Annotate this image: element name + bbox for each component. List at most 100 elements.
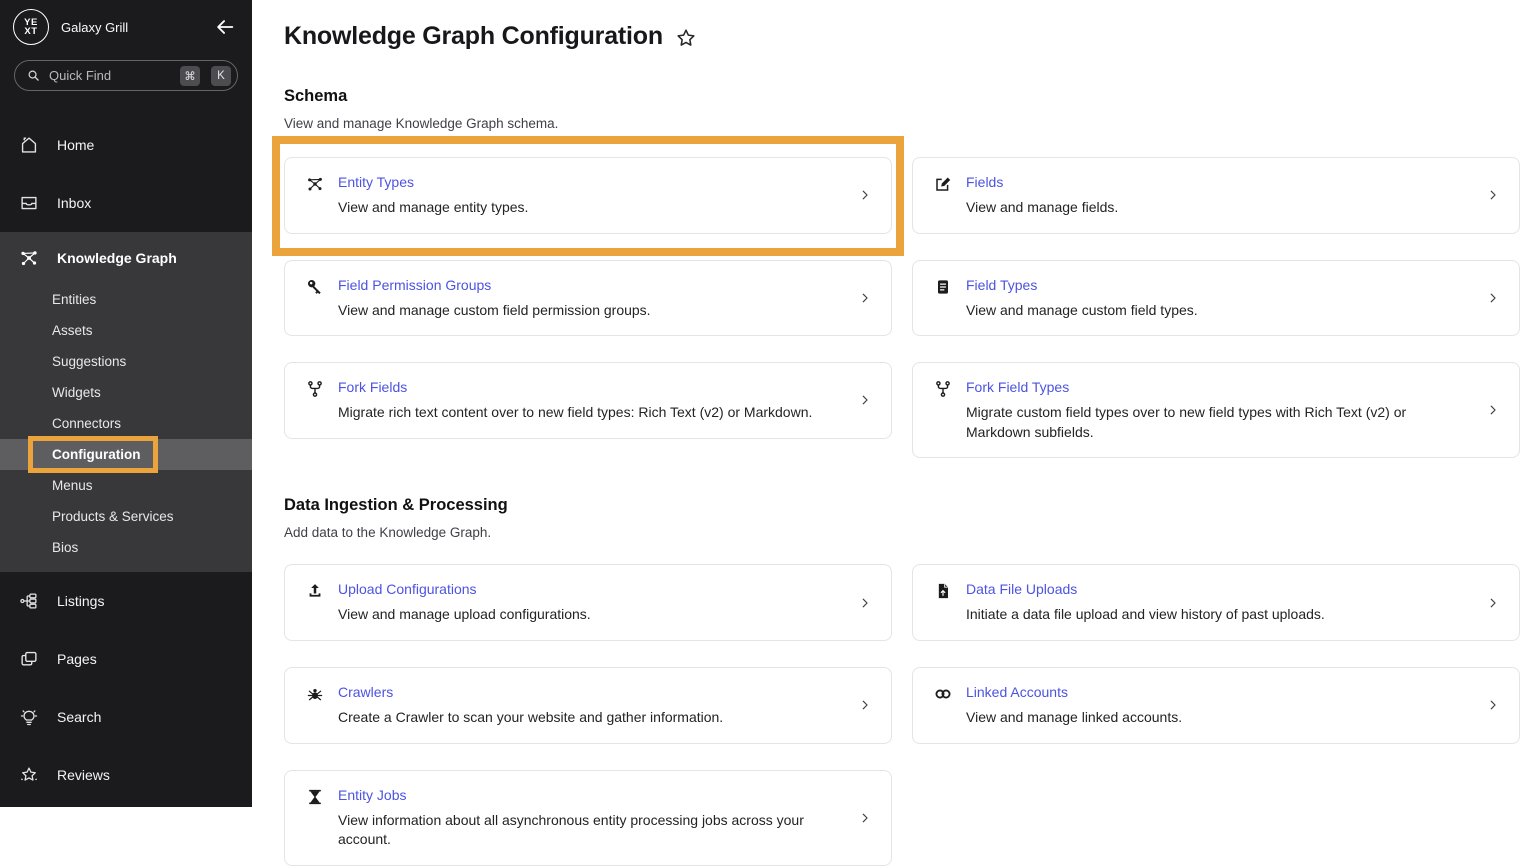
spider-icon	[305, 684, 325, 704]
sidebar-item-label: Knowledge Graph	[57, 250, 177, 266]
fork-icon	[305, 379, 325, 399]
card-linked-accounts[interactable]: Linked Accounts View and manage linked a…	[912, 667, 1520, 744]
sidebar-item-entities[interactable]: Entities	[0, 284, 252, 315]
card-description: View and manage custom field permission …	[338, 301, 651, 321]
sidebar-item-home[interactable]: Home	[0, 116, 252, 174]
hourglass-icon	[305, 787, 325, 807]
card-description: View and manage entity types.	[338, 198, 528, 218]
card-title-link[interactable]: Entity Jobs	[338, 787, 406, 803]
home-icon	[18, 134, 40, 156]
sidebar: YE XT Galaxy Grill Quick Find ⌘ K Home I…	[0, 0, 252, 807]
lightbulb-icon	[18, 706, 40, 728]
sidebar-item-suggestions[interactable]: Suggestions	[0, 346, 252, 377]
chevron-right-icon	[858, 811, 872, 825]
card-field-types[interactable]: Field Types View and manage custom field…	[912, 260, 1520, 337]
sub-item-label: Products & Services	[52, 509, 174, 524]
card-title-link[interactable]: Data File Uploads	[966, 581, 1077, 597]
main-content: Knowledge Graph Configuration Schema Vie…	[252, 0, 1539, 807]
chevron-right-icon	[858, 393, 872, 407]
schema-cards-grid: Entity Types View and manage entity type…	[284, 157, 1539, 458]
card-fork-field-types[interactable]: Fork Field Types Migrate custom field ty…	[912, 362, 1520, 458]
chevron-right-icon	[1486, 403, 1500, 417]
sidebar-item-pages[interactable]: Pages	[0, 630, 252, 688]
favorite-star-icon[interactable]	[675, 27, 697, 49]
chevron-right-icon	[1486, 596, 1500, 610]
graph-icon	[305, 174, 325, 194]
sub-item-label: Configuration	[52, 447, 140, 462]
card-title-link[interactable]: Field Types	[966, 277, 1037, 293]
card-field-permission-groups[interactable]: Field Permission Groups View and manage …	[284, 260, 892, 337]
file-upload-icon	[933, 581, 953, 601]
card-entity-jobs[interactable]: Entity Jobs View information about all a…	[284, 770, 892, 866]
sidebar-item-listings[interactable]: Listings	[0, 572, 252, 630]
sidebar-item-label: Home	[57, 137, 94, 153]
sidebar-item-widgets[interactable]: Widgets	[0, 377, 252, 408]
sidebar-item-configuration[interactable]: Configuration	[0, 439, 252, 470]
command-key-badge: ⌘	[180, 66, 200, 86]
sub-item-label: Widgets	[52, 385, 101, 400]
sidebar-item-products-services[interactable]: Products & Services	[0, 501, 252, 532]
sidebar-item-label: Listings	[57, 593, 104, 609]
sidebar-item-inbox[interactable]: Inbox	[0, 174, 252, 232]
section-title-schema: Schema	[284, 87, 1539, 106]
card-description: Create a Crawler to scan your website an…	[338, 708, 723, 728]
card-title-link[interactable]: Crawlers	[338, 684, 393, 700]
card-title-link[interactable]: Entity Types	[338, 174, 414, 190]
card-title-link[interactable]: Fields	[966, 174, 1003, 190]
sidebar-item-assets[interactable]: Assets	[0, 315, 252, 346]
search-icon	[26, 68, 41, 83]
sub-item-label: Connectors	[52, 416, 121, 431]
knowledge-graph-section: Knowledge Graph Entities Assets Suggesti…	[0, 232, 252, 572]
card-title-link[interactable]: Fork Fields	[338, 379, 407, 395]
sidebar-item-reviews[interactable]: Reviews	[0, 746, 252, 804]
sidebar-item-knowledge-graph[interactable]: Knowledge Graph	[0, 232, 252, 284]
card-data-file-uploads[interactable]: Data File Uploads Initiate a data file u…	[912, 564, 1520, 641]
card-crawlers[interactable]: Crawlers Create a Crawler to scan your w…	[284, 667, 892, 744]
section-title-data-ingestion: Data Ingestion & Processing	[284, 496, 1539, 515]
knowledge-graph-icon	[18, 247, 40, 269]
card-title-link[interactable]: Fork Field Types	[966, 379, 1069, 395]
fork-icon	[933, 379, 953, 399]
chevron-right-icon	[1486, 698, 1500, 712]
listings-icon	[18, 590, 40, 612]
pages-icon	[18, 648, 40, 670]
section-description: Add data to the Knowledge Graph.	[284, 525, 1539, 540]
sidebar-item-search[interactable]: Search	[0, 688, 252, 746]
card-title-link[interactable]: Linked Accounts	[966, 684, 1068, 700]
card-description: View information about all asynchronous …	[338, 811, 833, 850]
reviews-star-icon	[18, 764, 40, 786]
chevron-right-icon	[1486, 291, 1500, 305]
card-description: Migrate rich text content over to new fi…	[338, 403, 812, 423]
card-fork-fields[interactable]: Fork Fields Migrate rich text content ov…	[284, 362, 892, 439]
edit-icon	[933, 174, 953, 194]
card-description: Migrate custom field types over to new f…	[966, 403, 1461, 442]
sidebar-item-connectors[interactable]: Connectors	[0, 408, 252, 439]
upload-icon	[305, 581, 325, 601]
card-upload-configurations[interactable]: Upload Configurations View and manage up…	[284, 564, 892, 641]
k-key-badge: K	[211, 66, 231, 86]
card-title-link[interactable]: Field Permission Groups	[338, 277, 491, 293]
sidebar-item-menus[interactable]: Menus	[0, 470, 252, 501]
chevron-right-icon	[858, 291, 872, 305]
inbox-icon	[18, 192, 40, 214]
account-name: Galaxy Grill	[61, 20, 128, 35]
card-entity-types[interactable]: Entity Types View and manage entity type…	[284, 157, 892, 234]
quick-find-placeholder: Quick Find	[49, 68, 169, 83]
card-description: View and manage linked accounts.	[966, 708, 1182, 728]
card-title-link[interactable]: Upload Configurations	[338, 581, 477, 597]
sidebar-item-bios[interactable]: Bios	[0, 532, 252, 563]
sub-item-label: Bios	[52, 540, 78, 555]
chevron-right-icon	[858, 188, 872, 202]
sidebar-item-label: Pages	[57, 651, 97, 667]
sidebar-item-label: Search	[57, 709, 101, 725]
sub-item-label: Suggestions	[52, 354, 126, 369]
collapse-sidebar-arrow-icon[interactable]	[214, 16, 236, 38]
card-fields[interactable]: Fields View and manage fields.	[912, 157, 1520, 234]
quick-find-input[interactable]: Quick Find ⌘ K	[14, 60, 238, 91]
sidebar-nav: Home Inbox Knowledge Graph Entities Asse…	[0, 116, 252, 804]
document-icon	[933, 277, 953, 297]
card-description: View and manage custom field types.	[966, 301, 1198, 321]
data-ingestion-cards-grid: Upload Configurations View and manage up…	[284, 564, 1539, 865]
section-description: View and manage Knowledge Graph schema.	[284, 116, 1539, 131]
chevron-right-icon	[1486, 188, 1500, 202]
